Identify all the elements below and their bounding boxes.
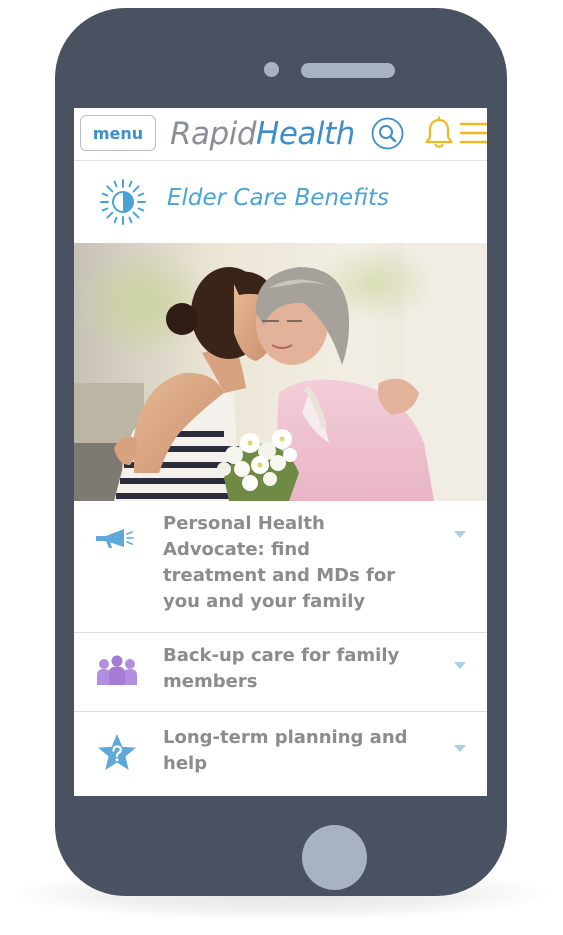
menu-button[interactable]: menu — [80, 115, 156, 151]
speaker-grille — [301, 63, 395, 78]
phone-screen: menu RapidHealth Elder Care Benefits Per… — [74, 108, 487, 796]
sun-icon — [100, 179, 146, 225]
section-title: Elder Care Benefits — [167, 185, 390, 211]
list-item-back-up-care[interactable]: Back-up care for family members — [74, 633, 487, 712]
hero-photo — [74, 243, 487, 501]
home-button[interactable] — [302, 825, 367, 890]
list-item-label: Personal Health Advocate: find treatment… — [163, 513, 396, 612]
star-question-icon — [98, 734, 136, 770]
brand-logo-part-health: Health — [256, 116, 355, 152]
top-bar: menu RapidHealth — [74, 108, 487, 161]
list-item-long-term-planning[interactable]: Long-term planning and help — [74, 712, 487, 796]
brand-logo-part-rapid: Rapid — [170, 116, 257, 152]
family-group-icon — [97, 655, 137, 685]
megaphone-icon — [96, 529, 134, 548]
chevron-down-icon[interactable] — [454, 745, 466, 753]
list-item-label: Long-term planning and help — [163, 727, 408, 774]
brand-logo[interactable]: RapidHealth — [170, 112, 355, 156]
list-item-label: Back-up care for family members — [163, 645, 400, 692]
bell-icon[interactable] — [423, 116, 455, 150]
search-icon[interactable] — [371, 117, 404, 150]
camera-dot — [264, 62, 279, 77]
hero-photo-illustration — [74, 243, 487, 501]
section-header: Elder Care Benefits — [74, 161, 487, 243]
list-item-personal-health-advocate[interactable]: Personal Health Advocate: find treatment… — [74, 501, 487, 633]
stage: menu RapidHealth Elder Care Benefits Per… — [0, 0, 563, 935]
hamburger-icon[interactable] — [459, 119, 487, 149]
chevron-down-icon[interactable] — [454, 662, 466, 670]
chevron-down-icon[interactable] — [454, 531, 466, 539]
